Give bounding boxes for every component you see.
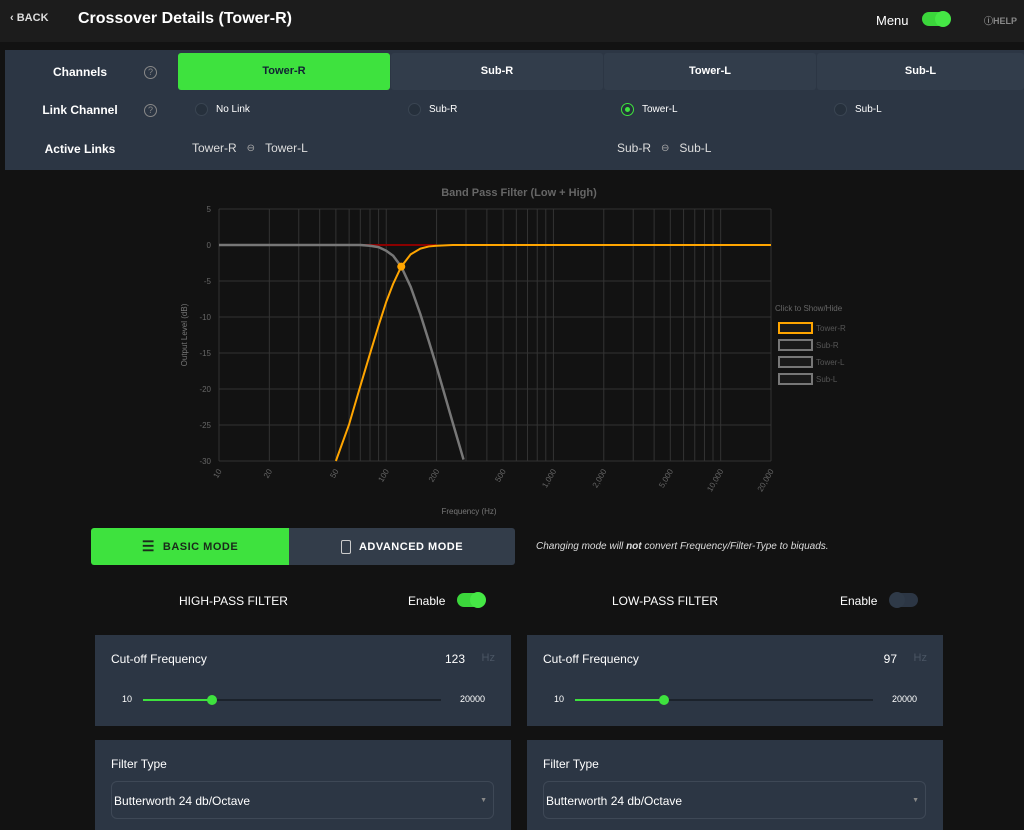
legend-label: Tower-R [816,324,846,333]
mode-note: Changing mode will not convert Frequency… [536,541,829,552]
x-tick-label: 5,000 [657,467,675,489]
legend-item-tower-r[interactable] [778,322,813,334]
legend-label: Tower-L [816,358,845,367]
legend-item-tower-l[interactable] [778,356,813,368]
tab-sub-r[interactable]: Sub-R [391,53,603,90]
slider-thumb[interactable] [206,695,217,705]
sliders-icon: ☰ [141,538,155,554]
high-pass-filter-type-card: Filter Type Butterworth 24 db/Octave ▼ [95,740,511,830]
basic-mode-button[interactable]: ☰ BASIC MODE [91,528,289,565]
low-pass-enable-label: Enable [840,594,878,608]
channels-label: Channels [52,65,107,79]
tab-tower-l[interactable]: Tower-L [604,53,816,90]
menu-toggle[interactable] [922,11,951,27]
high-pass-filter-type-select[interactable]: Butterworth 24 db/Octave ▼ [111,781,494,819]
frequency-response-chart: Band Pass Filter (Low + High) 50-5-10-15… [180,187,846,516]
radio-sub-l[interactable]: Sub-L [834,103,882,116]
advanced-mode-button[interactable]: ADVANCED MODE [289,528,515,565]
slider-thumb[interactable] [659,695,670,705]
x-tick-label: 100 [376,467,391,484]
low-pass-cutoff-card: Cut-off Frequency 97 Hz 10 20000 [527,635,943,726]
low-pass-cutoff-slider[interactable] [575,695,873,705]
crossover-point [397,262,406,271]
active-links-label: Active Links [44,142,116,156]
high-pass-enable-toggle[interactable] [457,592,486,608]
high-pass-cutoff-value: 123 [444,652,465,666]
chevron-left-icon: ‹ [10,12,17,24]
legend-title: Click to Show/Hide [775,304,843,313]
x-tick-label: 10,000 [705,467,725,493]
radio-sub-r[interactable]: Sub-R [408,103,457,116]
chevron-down-icon: ▼ [912,797,919,804]
x-tick-label: 20 [262,467,275,480]
x-tick-label: 20,000 [756,467,776,493]
y-tick-label: -25 [199,421,211,430]
high-pass-cutoff-slider[interactable] [143,695,441,705]
x-tick-label: 2,000 [591,467,609,489]
x-tick-label: 50 [328,467,341,480]
help-button[interactable]: ⓘHELP [984,14,1017,27]
help-icon[interactable]: ? [144,104,157,117]
link-icon: ⊖ [246,142,256,154]
y-tick-label: -10 [199,313,211,322]
radio-tower-l[interactable]: Tower-L [621,103,678,116]
low-pass-enable-toggle[interactable] [889,592,918,608]
x-tick-label: 200 [427,467,442,484]
tab-tower-r[interactable]: Tower-R [178,53,390,90]
link-channel-label: Link Channel [42,103,118,117]
menu-label: Menu [876,13,909,28]
legend-label: Sub-R [816,341,839,350]
back-button[interactable]: ‹ BACK [10,12,49,24]
low-pass-filter-type-card: Filter Type Butterworth 24 db/Octave ▼ [527,740,943,830]
high-pass-title: HIGH-PASS FILTER [179,594,288,608]
high-pass-enable-label: Enable [408,594,446,608]
y-tick-label: 0 [207,241,212,250]
active-link: Tower-R ⊖ Tower-L [192,141,308,155]
x-tick-label: 10 [211,467,224,480]
radio-no-link[interactable]: No Link [195,103,250,116]
x-tick-label: 500 [493,467,508,484]
chevron-down-icon: ▼ [480,797,487,804]
help-icon: ⓘ [984,16,994,26]
low-pass-cutoff-value: 97 [883,652,897,666]
legend-item-sub-r[interactable] [778,339,813,351]
active-link: Sub-R ⊖ Sub-L [617,141,712,155]
x-tick-label: 1,000 [540,467,558,489]
legend-label: Sub-L [816,375,838,384]
link-icon: ⊖ [661,142,670,154]
series-line-sub-r [219,243,465,460]
y-axis-label: Output Level (dB) [180,303,189,366]
calculator-icon [340,539,351,554]
tab-sub-l[interactable]: Sub-L [817,53,1024,90]
low-pass-filter-type-select[interactable]: Butterworth 24 db/Octave ▼ [543,781,926,819]
channel-panel: Channels ? Tower-R Sub-R Tower-L Sub-L L… [5,50,1024,170]
low-pass-title: LOW-PASS FILTER [612,594,719,608]
y-tick-label: -30 [199,457,211,466]
y-tick-label: -15 [199,349,211,358]
y-tick-label: -20 [199,385,211,394]
legend-item-sub-l[interactable] [778,373,813,385]
x-axis-label: Frequency (Hz) [441,507,496,516]
help-icon[interactable]: ? [144,66,157,79]
page-title: Crossover Details (Tower-R) [78,10,292,27]
y-tick-label: 5 [207,205,212,214]
y-tick-label: -5 [204,277,212,286]
chart-title: Band Pass Filter (Low + High) [441,187,597,199]
high-pass-cutoff-card: Cut-off Frequency 123 Hz 10 20000 [95,635,511,726]
